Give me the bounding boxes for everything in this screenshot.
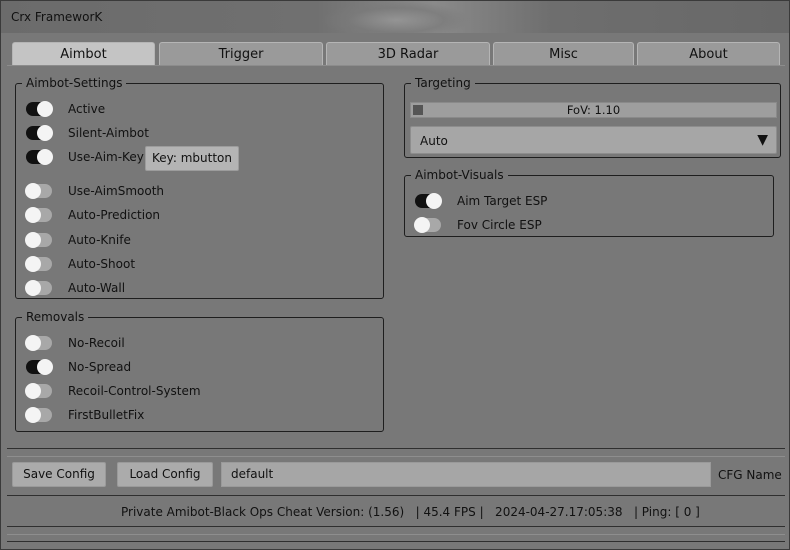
toggle-label: Use-AimSmooth — [68, 184, 165, 198]
tab-trigger[interactable]: Trigger — [159, 42, 323, 66]
removals-title: Removals — [22, 309, 89, 325]
save-config-button[interactable]: Save Config — [12, 462, 106, 487]
aimbot-visuals-title: Aimbot-Visuals — [411, 167, 508, 183]
toggle-knob — [426, 193, 442, 209]
tab-misc[interactable]: Misc — [493, 42, 634, 66]
toggle-label: Active — [68, 102, 106, 116]
config-name-label: CFG Name — [718, 468, 782, 482]
tab-about[interactable]: About — [637, 42, 780, 66]
toggle-label: Auto-Wall — [68, 281, 126, 295]
toggle-row-no-spread[interactable]: No-Spread — [16, 357, 131, 377]
divider — [7, 456, 785, 457]
toggle-switch[interactable] — [25, 183, 52, 199]
aimbot-settings-group: Aimbot-Settings Active Silent-Aimbot Use… — [15, 75, 384, 299]
divider — [7, 448, 785, 449]
toggle-knob — [37, 101, 53, 117]
toggle-switch[interactable] — [25, 335, 52, 351]
title-bar-artwork — [321, 1, 471, 33]
app-window: Crx FrameworK Aimbot Trigger 3D Radar Mi… — [0, 0, 790, 550]
divider — [7, 495, 785, 496]
toggle-row-firstbulletfix[interactable]: FirstBulletFix — [16, 405, 144, 425]
aim-key-button[interactable]: Key: mbutton — [145, 146, 239, 171]
dropdown-arrow-icon: ▼ — [757, 132, 768, 148]
toggle-knob — [25, 280, 41, 296]
tab-3d-radar[interactable]: 3D Radar — [326, 42, 490, 66]
divider — [7, 534, 785, 535]
toggle-switch[interactable] — [26, 359, 53, 375]
toggle-knob — [37, 125, 53, 141]
toggle-switch[interactable] — [26, 125, 53, 141]
fov-slider-label: FoV: 1.10 — [566, 103, 621, 117]
toggle-row-auto-shoot[interactable]: Auto-Shoot — [16, 254, 135, 274]
targeting-title: Targeting — [411, 75, 475, 91]
toggle-switch[interactable] — [414, 217, 441, 233]
toggle-label: Aim Target ESP — [457, 194, 548, 208]
toggle-label: Fov Circle ESP — [457, 218, 542, 232]
target-mode-value: Auto — [420, 134, 448, 148]
toggle-switch[interactable] — [25, 256, 52, 272]
toggle-switch[interactable] — [25, 383, 52, 399]
divider — [7, 526, 785, 527]
toggle-knob — [25, 335, 41, 351]
toggle-switch[interactable] — [25, 280, 52, 296]
toggle-knob — [25, 256, 41, 272]
toggle-label: Auto-Knife — [68, 233, 131, 247]
status-bar-text: Private Amibot-Black Ops Cheat Version: … — [121, 505, 700, 519]
toggle-knob — [25, 207, 41, 223]
toggle-knob — [37, 359, 53, 375]
toggle-label: No-Recoil — [68, 336, 125, 350]
toggle-label: Auto-Prediction — [68, 208, 161, 222]
toggle-label: FirstBulletFix — [68, 408, 145, 422]
load-config-button[interactable]: Load Config — [117, 462, 213, 487]
toggle-switch[interactable] — [25, 232, 52, 248]
toggle-knob — [414, 217, 430, 233]
toggle-row-no-recoil[interactable]: No-Recoil — [16, 333, 125, 353]
toggle-row-active[interactable]: Active — [16, 99, 105, 119]
removals-group: Removals No-Recoil No-Spread Recoil-Cont… — [15, 309, 384, 432]
window-title: Crx FrameworK — [11, 10, 103, 24]
toggle-row-fov-circle-esp[interactable]: Fov Circle ESP — [405, 215, 542, 235]
toggle-knob — [25, 232, 41, 248]
toggle-switch[interactable] — [415, 193, 442, 209]
toggle-row-auto-knife[interactable]: Auto-Knife — [16, 230, 131, 250]
toggle-label: Use-Aim-Key — [68, 150, 144, 164]
toggle-row-auto-prediction[interactable]: Auto-Prediction — [16, 205, 160, 225]
toggle-row-aim-target-esp[interactable]: Aim Target ESP — [405, 191, 547, 211]
aimbot-visuals-group: Aimbot-Visuals Aim Target ESP Fov Circle… — [404, 167, 774, 237]
toggle-label: Auto-Shoot — [68, 257, 136, 271]
toggle-switch[interactable] — [26, 149, 53, 165]
toggle-label: Recoil-Control-System — [68, 384, 201, 398]
targeting-group: Targeting FoV: 1.10 Auto ▼ — [404, 75, 781, 158]
tab-aimbot[interactable]: Aimbot — [12, 42, 155, 66]
toggle-row-recoil-control-system[interactable]: Recoil-Control-System — [16, 381, 201, 401]
toggle-row-silent-aimbot[interactable]: Silent-Aimbot — [16, 123, 149, 143]
aimbot-settings-title: Aimbot-Settings — [22, 75, 127, 91]
divider — [7, 541, 785, 542]
toggle-label: No-Spread — [68, 360, 132, 374]
toggle-switch[interactable] — [26, 101, 53, 117]
target-mode-dropdown[interactable]: Auto ▼ — [410, 126, 777, 154]
toggle-knob — [37, 149, 53, 165]
toggle-row-use-aimsmooth[interactable]: Use-AimSmooth — [16, 181, 164, 201]
toggle-switch[interactable] — [25, 207, 52, 223]
toggle-label: Silent-Aimbot — [68, 126, 149, 140]
toggle-row-use-aim-key[interactable]: Use-Aim-Key — [16, 147, 144, 167]
title-bar[interactable]: Crx FrameworK — [1, 1, 789, 33]
fov-slider[interactable]: FoV: 1.10 — [410, 102, 777, 118]
config-name-input[interactable]: default — [221, 462, 711, 487]
toggle-row-auto-wall[interactable]: Auto-Wall — [16, 278, 125, 298]
toggle-knob — [25, 383, 41, 399]
toggle-knob — [25, 407, 41, 423]
tab-bar: Aimbot Trigger 3D Radar Misc About — [12, 42, 780, 66]
toggle-switch[interactable] — [25, 407, 52, 423]
toggle-knob — [25, 183, 41, 199]
